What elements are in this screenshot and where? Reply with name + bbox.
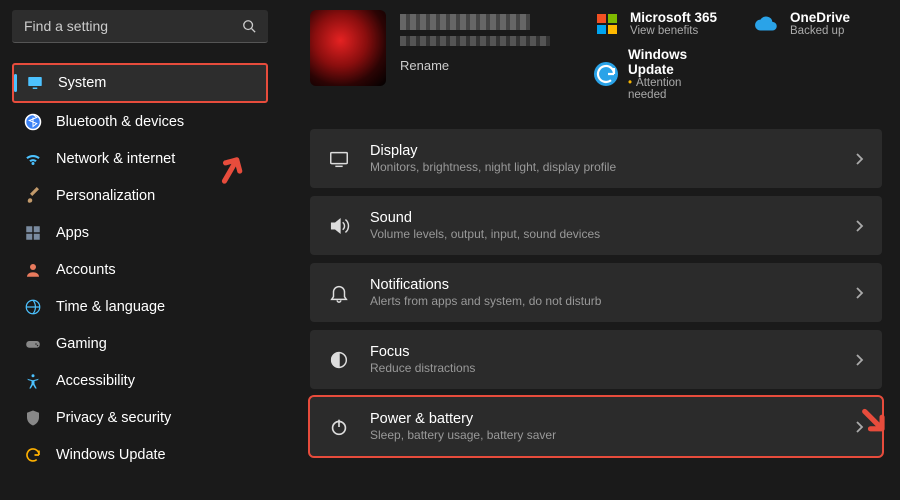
ms365-icon [594,11,620,37]
row-title: Focus [370,344,834,360]
sidebar-item-bluetooth-devices[interactable]: Bluetooth & devices [12,104,268,140]
search-box[interactable] [12,10,268,43]
sidebar-item-label: Apps [56,225,89,241]
sidebar-item-gaming[interactable]: Gaming [12,326,268,362]
tile-title: OneDrive [790,10,850,25]
sidebar-item-label: Privacy & security [56,410,171,426]
row-subtitle: Volume levels, output, input, sound devi… [370,227,834,241]
row-subtitle: Alerts from apps and system, do not dist… [370,294,834,308]
device-image [310,10,386,86]
shield-icon [24,409,42,427]
setting-row-power-battery[interactable]: Power & batterySleep, battery usage, bat… [310,397,882,456]
setting-row-display[interactable]: DisplayMonitors, brightness, night light… [310,129,882,188]
sidebar-item-label: Gaming [56,336,107,352]
bluetooth-icon [24,113,42,131]
device-model-obscured [400,36,550,46]
sidebar-item-privacy-security[interactable]: Privacy & security [12,400,268,436]
sidebar-item-label: Personalization [56,188,155,204]
monitor-icon [26,74,44,92]
chevron-right-icon [854,152,864,166]
sound-icon [328,215,350,237]
gamepad-icon [24,335,42,353]
globe-clock-icon [24,298,42,316]
grid-icon [24,224,42,242]
sidebar-item-system[interactable]: System [12,63,268,103]
info-tiles: Microsoft 365View benefits OneDriveBacked… [594,10,882,101]
row-title: Display [370,143,834,159]
chevron-right-icon [854,353,864,367]
sidebar-item-label: Time & language [56,299,165,315]
display-icon [328,148,350,170]
setting-row-focus[interactable]: FocusReduce distractions [310,330,882,389]
update-icon [24,446,42,464]
cloud-icon [754,11,780,37]
sidebar-item-label: Network & internet [56,151,175,167]
sidebar-item-label: Accessibility [56,373,135,389]
row-subtitle: Reduce distractions [370,361,834,375]
sidebar-item-time-language[interactable]: Time & language [12,289,268,325]
wifi-icon [24,150,42,168]
sidebar-item-accounts[interactable]: Accounts [12,252,268,288]
sidebar-item-label: Bluetooth & devices [56,114,184,130]
accessibility-icon [24,372,42,390]
tile-windows-update[interactable]: Windows Update•Attention needed [594,47,722,101]
tile-subtitle: Backed up [790,25,850,37]
brush-icon [24,187,42,205]
rename-link[interactable]: Rename [400,58,550,73]
sidebar-item-accessibility[interactable]: Accessibility [12,363,268,399]
settings-sidebar: System Bluetooth & devices Network & inter… [0,0,280,500]
tile-title: Windows Update [628,47,722,77]
person-icon [24,261,42,279]
tile-subtitle: View benefits [630,25,717,37]
bell-icon [328,282,350,304]
focus-icon [328,349,350,371]
tile-microsoft-[interactable]: Microsoft 365View benefits [594,10,722,37]
row-subtitle: Sleep, battery usage, battery saver [370,428,834,442]
chevron-right-icon [854,219,864,233]
sidebar-item-network-internet[interactable]: Network & internet [12,141,268,177]
search-icon [242,19,256,33]
sidebar-item-apps[interactable]: Apps [12,215,268,251]
sidebar-item-personalization[interactable]: Personalization [12,178,268,214]
search-input[interactable] [24,18,242,34]
device-profile: Rename [310,10,550,86]
update-icon [594,61,618,87]
nav-list: System Bluetooth & devices Network & inter… [8,63,272,473]
device-name-obscured [400,14,530,30]
power-icon [328,416,350,438]
chevron-right-icon [854,286,864,300]
setting-row-sound[interactable]: SoundVolume levels, output, input, sound… [310,196,882,255]
row-title: Sound [370,210,834,226]
settings-list: DisplayMonitors, brightness, night light… [310,129,882,456]
row-subtitle: Monitors, brightness, night light, displ… [370,160,834,174]
row-title: Notifications [370,277,834,293]
chevron-right-icon [854,420,864,434]
tile-title: Microsoft 365 [630,10,717,25]
tile-onedrive[interactable]: OneDriveBacked up [754,10,882,37]
top-cards-row: Rename Microsoft 365View benefits OneDriv… [310,10,882,101]
sidebar-item-windows-update[interactable]: Windows Update [12,437,268,473]
sidebar-item-label: System [58,75,106,91]
sidebar-item-label: Windows Update [56,447,166,463]
system-page: Rename Microsoft 365View benefits OneDriv… [280,0,900,500]
setting-row-notifications[interactable]: NotificationsAlerts from apps and system… [310,263,882,322]
row-title: Power & battery [370,411,834,427]
tile-subtitle: •Attention needed [628,77,722,101]
sidebar-item-label: Accounts [56,262,116,278]
